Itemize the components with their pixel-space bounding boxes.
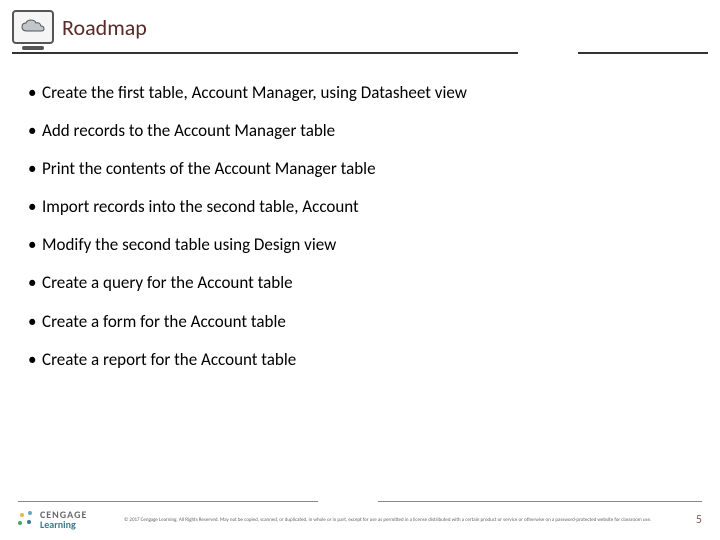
list-item: Create a query for the Account table bbox=[28, 272, 692, 294]
logo-text: CENGAGE Learning bbox=[40, 510, 87, 530]
slide-header: Roadmap bbox=[0, 0, 720, 50]
slide-title: Roadmap bbox=[62, 14, 147, 41]
page-number: 5 bbox=[688, 513, 702, 527]
copyright-text: © 2017 Cengage Learning. All Rights Rese… bbox=[97, 517, 678, 523]
list-item: Modify the second table using Design vie… bbox=[28, 234, 692, 256]
cloud-icon bbox=[20, 19, 46, 35]
list-item: Create a form for the Account table bbox=[28, 311, 692, 333]
logo-dots-icon bbox=[18, 511, 36, 529]
footer-divider bbox=[18, 501, 702, 502]
logo-line2: Learning bbox=[40, 520, 87, 530]
list-item: Import records into the second table, Ac… bbox=[28, 196, 692, 218]
list-item: Print the contents of the Account Manage… bbox=[28, 158, 692, 180]
cengage-logo: CENGAGE Learning bbox=[18, 510, 87, 530]
slide-footer: CENGAGE Learning © 2017 Cengage Learning… bbox=[0, 501, 720, 530]
list-item: Create a report for the Account table bbox=[28, 349, 692, 371]
slide-body: Create the first table, Account Manager,… bbox=[0, 54, 720, 371]
list-item: Create the first table, Account Manager,… bbox=[28, 82, 692, 104]
slide: Roadmap Create the first table, Account … bbox=[0, 0, 720, 540]
bullet-list: Create the first table, Account Manager,… bbox=[28, 82, 692, 371]
list-item: Add records to the Account Manager table bbox=[28, 120, 692, 142]
cloud-monitor-icon bbox=[12, 10, 54, 44]
title-divider bbox=[12, 52, 708, 54]
footer-row: CENGAGE Learning © 2017 Cengage Learning… bbox=[18, 510, 702, 530]
